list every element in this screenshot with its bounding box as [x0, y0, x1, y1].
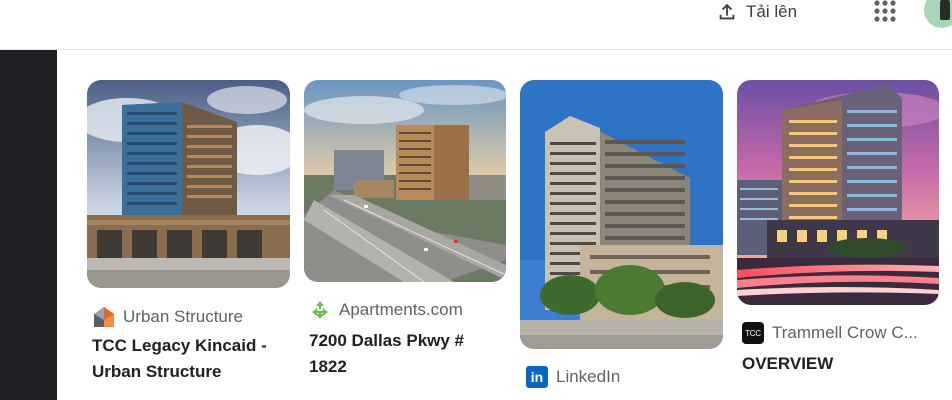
upload-label: Tải lên	[746, 2, 798, 21]
result-card-1[interactable]: Urban Structure TCC Legacy Kincaid - Urb…	[87, 80, 290, 400]
result-card-2[interactable]: Apartments.com 7200 Dallas Pkwy # 1822	[304, 80, 506, 400]
result-source-label-3: LinkedIn	[556, 367, 621, 386]
result-thumbnail-4[interactable]	[737, 80, 939, 305]
result-title-4[interactable]: OVERVIEW	[742, 351, 939, 377]
result-title-2[interactable]: 7200 Dallas Pkwy # 1822	[309, 328, 509, 380]
upload-button[interactable]: Tải lên	[716, 0, 797, 24]
result-source-4[interactable]: TCC Trammell Crow C...	[742, 322, 918, 344]
result-source-1[interactable]: Urban Structure	[93, 306, 243, 328]
result-card-4[interactable]: TCC Trammell Crow C... OVERVIEW	[737, 80, 939, 400]
apartments-com-logo-icon	[312, 301, 328, 319]
upload-icon	[719, 3, 735, 20]
result-title-1[interactable]: TCC Legacy Kincaid - Urban Structure	[92, 333, 292, 385]
apps-grid-button[interactable]	[872, 0, 898, 22]
apps-grid-icon	[874, 0, 896, 22]
result-thumbnail-1[interactable]	[87, 80, 290, 288]
urban-structure-logo-icon	[94, 307, 114, 327]
result-source-label-4: Trammell Crow C...	[772, 323, 918, 342]
result-thumbnail-2[interactable]	[304, 80, 506, 282]
result-source-label-1: Urban Structure	[123, 307, 243, 326]
side-panel	[0, 50, 57, 400]
result-title-4-line-1: OVERVIEW	[742, 354, 834, 373]
result-thumbnail-3[interactable]	[520, 80, 723, 349]
linkedin-logo-icon: in	[526, 366, 548, 388]
result-source-2[interactable]: Apartments.com	[309, 299, 463, 321]
top-bar: Tải lên	[0, 0, 952, 50]
result-title-1-line-2: Urban Structure	[92, 362, 222, 381]
result-title-2-line-2: 1822	[309, 357, 347, 376]
result-source-3[interactable]: in LinkedIn	[526, 366, 620, 388]
result-title-1-line-1: TCC Legacy Kincaid -	[92, 336, 267, 355]
result-source-label-2: Apartments.com	[339, 300, 463, 319]
result-title-2-line-1: 7200 Dallas Pkwy #	[309, 331, 465, 350]
result-card-3[interactable]: in LinkedIn	[520, 80, 723, 400]
account-avatar[interactable]	[924, 0, 952, 28]
trammell-crow-logo-icon: TCC	[742, 322, 764, 344]
